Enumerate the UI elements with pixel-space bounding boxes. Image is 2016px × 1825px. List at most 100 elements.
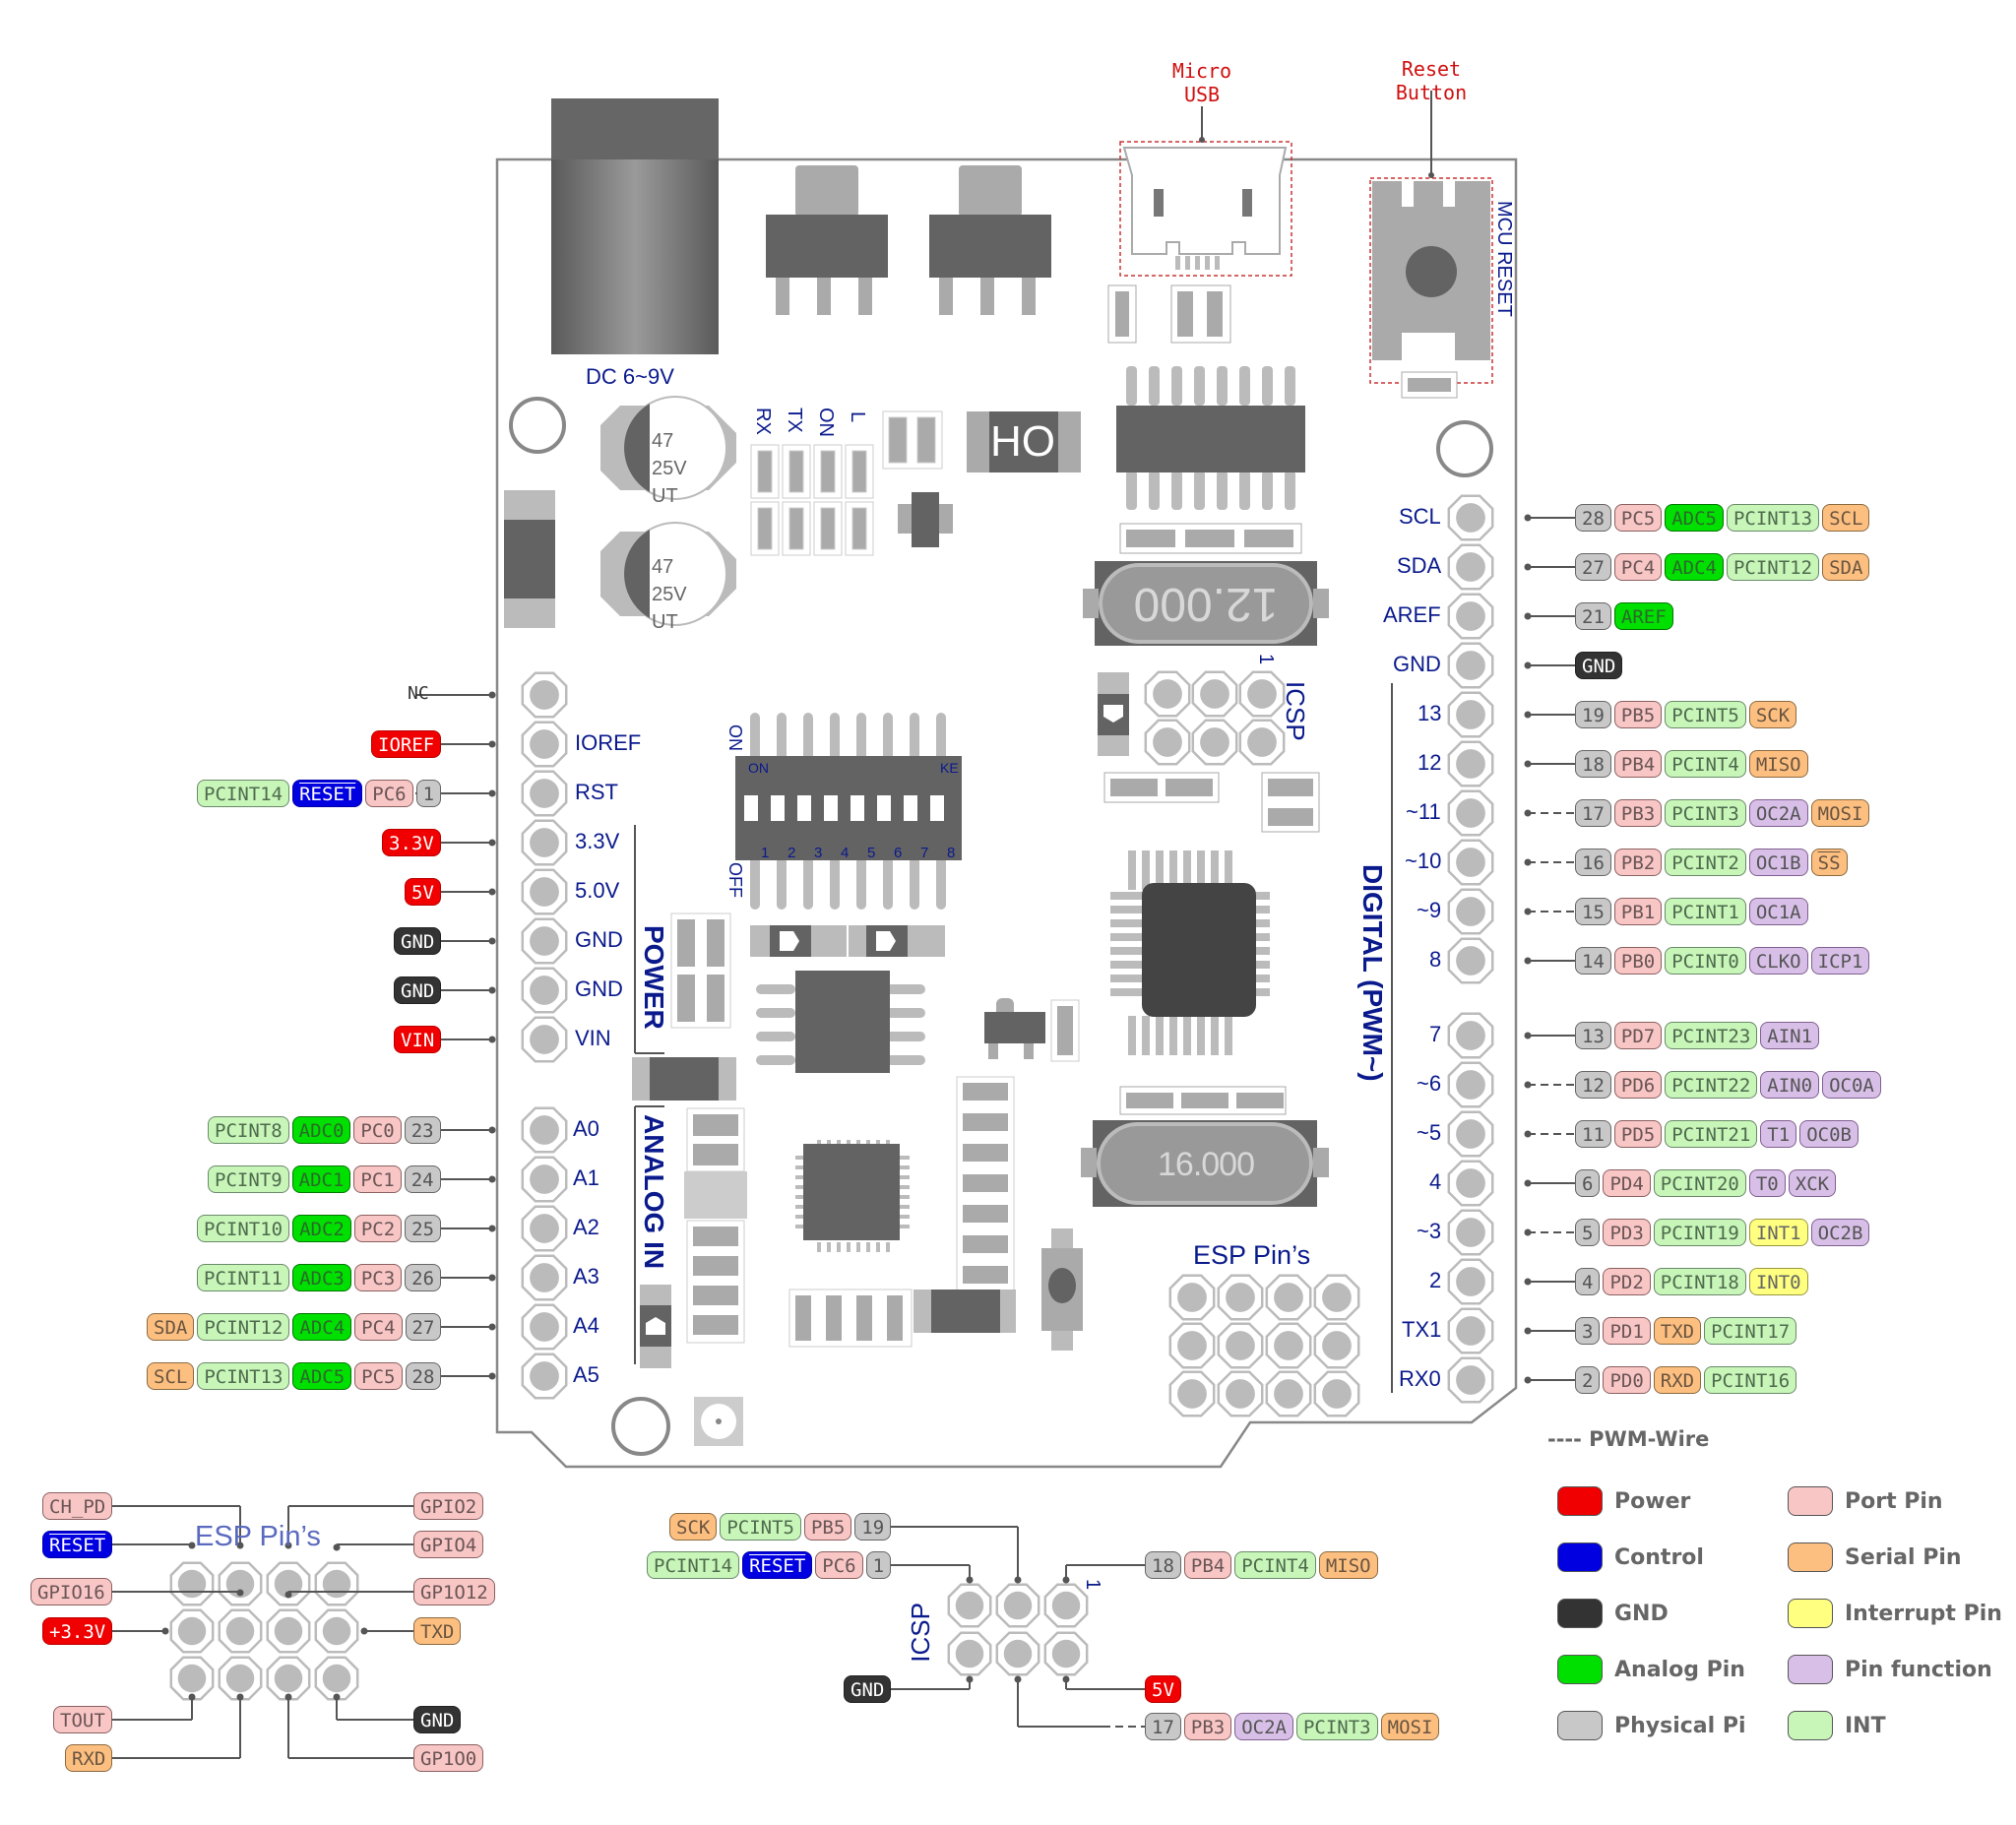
header-label: TX1 [1402,1317,1442,1342]
pin-tag-row: 28 PC5 ADC5 PCINT13 SCL [1575,503,1870,533]
pin-tag-pcint: PCINT4 [1234,1551,1316,1579]
pin-tag-serial: TXD [1653,1317,1702,1345]
pin-tag-port: GP1O0 [413,1744,484,1772]
dc-jack-top [551,98,719,159]
header-label: 12 [1418,750,1442,775]
esp-onboard-pin [1265,1322,1312,1369]
pin-tag-row: GND [394,975,442,1005]
pin-tag-pcint: PCINT23 [1665,1022,1758,1049]
pin-tag-port: GPIO2 [413,1492,484,1520]
pin-tag-int: INT1 [1748,1219,1808,1246]
legend-label: Power [1614,1488,1691,1514]
pin-tag-port: PB0 [1613,947,1663,975]
icsp-onboard-pin [1238,670,1286,718]
legend-item-port: Port Pin [1788,1486,1943,1516]
esp-diagram-pin [266,1608,311,1654]
icsp-onboard-pin [1144,719,1191,766]
pin-tag-row: GND [1575,651,1623,680]
pin-tag-control: RESET [742,1551,813,1579]
pin-tag-serial: SDA [1822,553,1870,581]
pin-tag-serial: SCL [147,1362,195,1390]
analog-header-pin [521,1254,568,1301]
pin-tag-gnd: GND [1575,652,1623,679]
pin-tag-phys: 23 [404,1116,441,1144]
header-label: ~3 [1417,1219,1442,1243]
pin-tag-port: PB1 [1613,898,1663,925]
pin-tag-func: T0 [1748,1169,1786,1197]
pin-tag-analog: AREF [1613,602,1673,630]
wire-dot [488,1372,496,1380]
pin-tag-phys: 15 [1575,898,1611,925]
pin-tag-phys: 28 [1575,504,1611,532]
pin-tag-pcint: PCINT20 [1653,1169,1746,1197]
pin-tag-row: PCINT14 RESET PC6 1 [647,1550,892,1580]
pin-tag-func: T1 [1760,1120,1797,1148]
power-header-pin [521,819,568,866]
digital-header-pin [1447,642,1494,689]
pin-tag-func: OC1B [1748,849,1808,876]
pin-tag-port: PB3 [1613,799,1663,827]
wire-dot [236,1589,244,1597]
pin-tag-pcint: PCINT19 [1653,1219,1746,1246]
icsp-onboard-label: ICSP [1281,681,1310,741]
digital-header-pin [1447,1110,1494,1158]
legend-label: Interrupt Pin [1845,1601,2002,1626]
esp-onboard-pin [1168,1322,1216,1369]
pin-tag-func: OC0B [1799,1120,1858,1148]
pin-tag-power: +3.3V [42,1617,113,1645]
digital-header-pin [1447,494,1494,541]
analog-header-pin [521,1205,568,1252]
wire-dot [1062,1576,1070,1584]
pin-tag-row: 6 PD4 PCINT20 T0 XCK [1575,1168,1837,1198]
pin-tag-phys: 11 [1575,1120,1611,1148]
pin-tag-port: PD6 [1613,1071,1663,1099]
digital-header-pin [1447,1356,1494,1404]
led-rx-label: RX [752,408,774,435]
pin-tag-row: PCINT10 ADC2 PC2 25 [197,1214,442,1243]
digital-header-pin [1447,740,1494,787]
pin-tag-power: 5V [1145,1675,1181,1703]
pin-tag-row: 3 PD1 TXD PCINT17 [1575,1316,1797,1346]
wire-dot [966,1576,974,1584]
pin-tag-row: 5V [405,877,441,907]
digital-header-pin [1447,1012,1494,1059]
pin-tag-pcint: PCINT12 [1726,553,1820,581]
pin-tag-row: GPIO2 [413,1491,484,1521]
wire-dot [966,1675,974,1683]
wire-dot [488,1323,496,1331]
pin-tag-pcint: PCINT12 [197,1313,290,1341]
pin-tag-pcint: PCINT5 [1665,701,1746,728]
pin-tag-pcint: PCINT4 [1665,750,1746,778]
esp-onboard-pin [1313,1370,1360,1417]
esp-diagram-pin [218,1561,263,1606]
legend-swatch [1557,1711,1603,1740]
pin-tag-port: PD0 [1603,1366,1651,1394]
pin-tag-port: GP1O12 [413,1578,495,1605]
pin-tag-port: PC1 [353,1165,402,1193]
digital-header-pin [1447,593,1494,640]
pin-tag-phys: 13 [1575,1022,1611,1049]
pin-tag-row: 4 PD2 PCINT18 INT0 [1575,1267,1808,1296]
icsp-diagram-pin [995,1583,1040,1628]
pin-tag-pcint: PCINT8 [208,1116,289,1144]
wire-dot [488,740,496,748]
legend-label: Control [1614,1544,1704,1570]
pin-tag-row: 12 PD6 PCINT22 AIN0 OC0A [1575,1070,1881,1100]
wire-dot [284,1693,292,1701]
pin-tag-port: PD3 [1603,1219,1651,1246]
pin-tag-row: 15 PB1 PCINT1 OC1A [1575,897,1808,926]
pin-tag-analog: ADC4 [292,1313,352,1341]
legend-item-pcint: INT [1788,1711,1886,1740]
pin-tag-pcint: PCINT3 [1665,799,1746,827]
dip-on-inner: ON [748,760,769,776]
legend-label: INT [1845,1713,1886,1738]
pin-tag-gnd: GND [394,927,442,955]
icsp-onboard-pin [1238,719,1286,766]
legend-swatch [1788,1599,1833,1628]
legend-swatch [1557,1599,1603,1628]
pin-tag-control: RESET [42,1531,113,1558]
pin-tag-serial: MOSI [1810,799,1870,827]
analog-header-pin [521,1353,568,1400]
icsp-diagram-pin [995,1631,1040,1676]
mcu-reset-label: MCU RESET [1493,201,1515,317]
